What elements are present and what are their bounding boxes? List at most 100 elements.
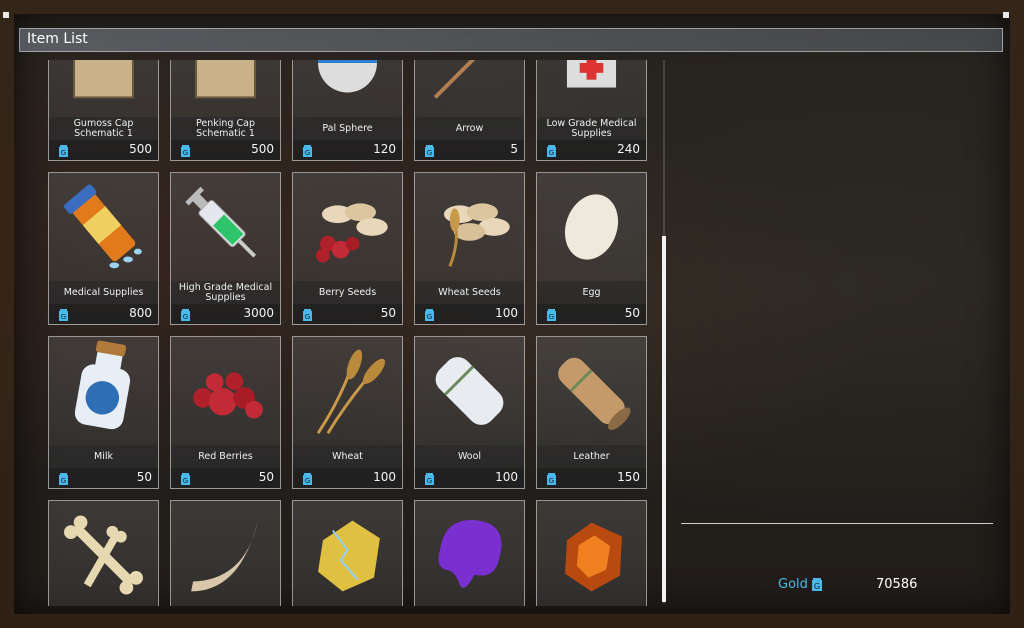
item-card[interactable]: Venom GlandG100 (414, 500, 525, 606)
pal-sphere-icon (293, 60, 402, 117)
item-card[interactable]: Berry Seeds G 50 (292, 172, 403, 325)
item-price: 50 (380, 306, 396, 320)
item-card[interactable]: Milk G 50 (48, 336, 159, 489)
gold-coin-icon: G (57, 307, 70, 321)
item-card[interactable]: High Grade Medical Supplies G 3000 (170, 172, 281, 325)
item-price-row: G5 (415, 140, 524, 160)
item-name-band: Pal Sphere (293, 117, 402, 140)
item-name: Berry Seeds (318, 286, 377, 298)
item-card[interactable]: Wheat Seeds G 100 (414, 172, 525, 325)
detail-divider (681, 523, 993, 524)
berry-seeds-icon (293, 173, 402, 281)
gold-coin-icon: G (301, 307, 314, 321)
svg-text:G: G (427, 313, 432, 321)
milk-bottle-icon (49, 337, 158, 445)
item-card[interactable]: HornG300 (170, 500, 281, 606)
item-name: Red Berries (198, 450, 253, 462)
svg-text:G: G (183, 149, 188, 157)
item-price-row: G 100 (293, 468, 402, 488)
item-price-row: G 800 (49, 304, 158, 324)
item-price: 50 (258, 470, 274, 484)
item-price-row: G 150 (537, 468, 646, 488)
item-card[interactable]: Red Berries G 50 (170, 336, 281, 489)
gold-coin-icon: G (179, 307, 192, 321)
gold-coin-icon: G (810, 577, 824, 592)
gold-coin-icon: G (57, 471, 70, 485)
item-card[interactable]: Flame OrganG100 (536, 500, 647, 606)
item-price: 100 (495, 306, 518, 320)
item-price-row: G 100 (415, 468, 524, 488)
item-card[interactable]: BoneG100 (48, 500, 159, 606)
item-name-band: Wheat Seeds (415, 281, 524, 304)
item-name-band: Wheat (293, 445, 402, 468)
svg-text:G: G (549, 477, 554, 485)
item-name-band: Gumoss Cap Schematic 1 (49, 117, 158, 140)
gold-coin-icon: G (545, 143, 558, 157)
item-card[interactable]: Gumoss Cap Schematic 1 G 500 (48, 60, 159, 161)
item-price: 800 (129, 306, 152, 320)
arrow-icon (415, 60, 524, 117)
svg-text:G: G (549, 313, 554, 321)
item-name: Penking Cap Schematic 1 (196, 117, 255, 139)
gold-coin-icon: G (57, 143, 70, 157)
item-name-band: Red Berries (171, 445, 280, 468)
item-price: 240 (617, 142, 640, 156)
flame-organ-icon (537, 501, 646, 606)
item-name: Wheat (332, 450, 363, 462)
item-name-band: High Grade Medical Supplies (171, 281, 280, 304)
item-price: 150 (617, 470, 640, 484)
egg-icon (537, 173, 646, 281)
schematic-icon (49, 60, 158, 117)
item-card[interactable]: Low Grade Medical Supplies G 240 (536, 60, 647, 161)
item-price: 500 (251, 142, 274, 156)
item-price-row: G 50 (293, 304, 402, 324)
wool-icon (415, 337, 524, 445)
item-card[interactable]: Egg G 50 (536, 172, 647, 325)
item-name-band: Egg (537, 281, 646, 304)
item-grid: Gumoss Cap Schematic 1 G 500 Penking Cap Sc… (48, 60, 647, 606)
svg-text:G: G (61, 477, 66, 485)
wheat-seeds-icon (415, 173, 524, 281)
svg-text:G: G (61, 149, 66, 157)
svg-text:G: G (183, 477, 188, 485)
item-price: 500 (129, 142, 152, 156)
leather-roll-icon (537, 337, 646, 445)
svg-text:G: G (427, 149, 432, 157)
svg-text:G: G (549, 149, 554, 157)
item-card[interactable]: Leather G 150 (536, 336, 647, 489)
item-name: Milk (94, 450, 113, 462)
item-name-band: Arrow (415, 117, 524, 140)
venom-gland-icon (415, 501, 524, 606)
item-card[interactable]: Wheat G 100 (292, 336, 403, 489)
gold-label: Gold (778, 577, 808, 592)
gold-coin-icon: G (545, 307, 558, 321)
svg-text:G: G (427, 477, 432, 485)
item-name: Pal Sphere (322, 122, 373, 134)
item-card[interactable]: Penking Cap Schematic 1 G 500 (170, 60, 281, 161)
svg-text:G: G (305, 149, 310, 157)
item-name: High Grade Medical Supplies (178, 281, 273, 303)
pill-bottle-icon (49, 173, 158, 281)
scrollbar-thumb[interactable] (662, 236, 666, 602)
gold-coin-icon: G (179, 471, 192, 485)
wheat-icon (293, 337, 402, 445)
item-name-band: Penking Cap Schematic 1 (171, 117, 280, 140)
gold-coin-icon: G (179, 143, 192, 157)
item-card[interactable]: Wool G 100 (414, 336, 525, 489)
gold-amount: 70586 (876, 577, 918, 592)
svg-text:G: G (814, 582, 820, 591)
item-card[interactable]: Medical Supplies G 800 (48, 172, 159, 325)
electric-organ-icon (293, 501, 402, 606)
window-title: Item List (27, 31, 88, 47)
item-list-header: Item List (19, 28, 1003, 52)
item-grid-viewport[interactable]: Gumoss Cap Schematic 1 G 500 Penking Cap Sc… (40, 60, 660, 606)
item-name: Arrow (455, 122, 484, 134)
item-price-row: G 3000 (171, 304, 280, 324)
item-card[interactable]: Pal Sphere G 120 (292, 60, 403, 161)
item-price: 120 (373, 142, 396, 156)
item-card[interactable]: Electric OrganG200 (292, 500, 403, 606)
svg-text:G: G (305, 313, 310, 321)
item-name: Low Grade Medical Supplies (546, 117, 637, 139)
item-card[interactable]: Arrow G 5 (414, 60, 525, 161)
item-name: Wheat Seeds (438, 286, 501, 298)
